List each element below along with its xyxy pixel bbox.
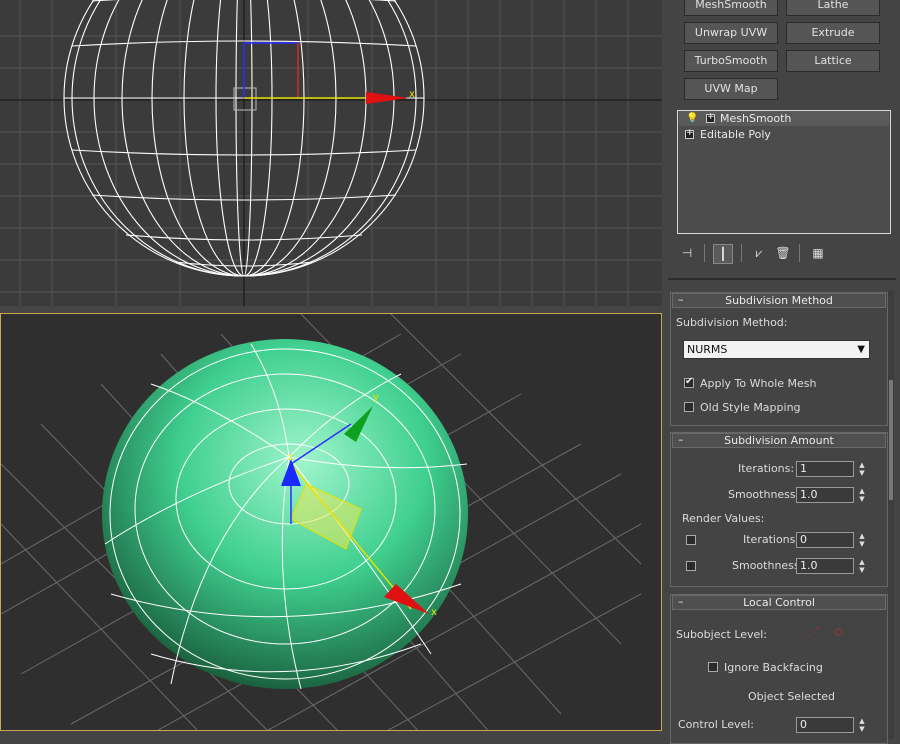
render-iterations-spinner-arrows-icon[interactable]: ▲ ▼ (857, 532, 867, 548)
unwrap-uvw-button[interactable]: Unwrap UVW (684, 22, 778, 44)
render-smoothness-checkbox[interactable] (686, 561, 696, 571)
stack-item-label: MeshSmooth (720, 112, 792, 125)
pin-stack-icon[interactable]: ⊣ (678, 244, 696, 262)
show-end-result-icon[interactable]: ┃ (713, 244, 733, 264)
stack-item-editable-poly[interactable]: Editable Poly (679, 126, 889, 142)
configure-modifier-sets-icon[interactable]: ▦ (809, 244, 827, 262)
iterations-spinner[interactable]: 1 (796, 461, 854, 477)
ignore-backfacing-label: Ignore Backfacing (724, 661, 823, 674)
top-viewport-wireframe: x (0, 0, 662, 306)
smoothness-spinner[interactable]: 1.0 (796, 487, 854, 503)
apply-whole-mesh-label: Apply To Whole Mesh (700, 377, 817, 390)
remove-modifier-icon[interactable]: 🗑 (774, 244, 792, 262)
sphere-mesh[interactable] (102, 339, 468, 689)
select-value: NURMS (687, 343, 728, 356)
lattice-button[interactable]: Lattice (786, 50, 880, 72)
subdivision-method-header[interactable]: – Subdivision Method (672, 293, 886, 308)
extrude-button[interactable]: Extrude (786, 22, 880, 44)
smoothness-label: Smoothness: (728, 488, 800, 501)
modifier-stack[interactable]: 💡 MeshSmooth Editable Poly (677, 110, 891, 234)
uvw-map-button[interactable]: UVW Map (684, 78, 778, 100)
top-viewport[interactable]: x (0, 0, 662, 306)
x-axis-arrow-icon[interactable] (366, 92, 408, 104)
rollout-title: Subdivision Method (725, 294, 833, 307)
meshsmooth-button[interactable]: MeshSmooth (684, 0, 778, 16)
apply-whole-mesh-checkbox[interactable] (684, 376, 694, 388)
smoothness-spinner-arrows-icon[interactable]: ▲ ▼ (857, 487, 867, 503)
render-smoothness-spinner-arrows-icon[interactable]: ▲ ▼ (857, 558, 867, 574)
perspective-viewport-scene: x y z (1, 314, 642, 730)
stack-item-meshsmooth[interactable]: 💡 MeshSmooth (679, 110, 889, 126)
rollout-title: Local Control (743, 596, 815, 609)
expand-icon[interactable] (706, 110, 715, 125)
local-control-header[interactable]: – Local Control (672, 595, 886, 610)
make-unique-icon[interactable]: ⩗ (750, 244, 768, 262)
render-smoothness-spinner[interactable]: 1.0 (796, 558, 854, 574)
render-iterations-checkbox[interactable] (686, 535, 696, 545)
render-smoothness-label: Smoothness: (732, 559, 804, 572)
rollout-title: Subdivision Amount (724, 434, 834, 447)
iterations-spinner-arrows-icon[interactable]: ▲ ▼ (857, 461, 867, 477)
stack-item-label: Editable Poly (700, 128, 771, 141)
selection-status: Object Selected (748, 690, 836, 703)
top-gizmo-x-label: x (409, 89, 415, 100)
vertex-level-icon[interactable]: ⋰ (808, 625, 819, 638)
turbosmooth-button[interactable]: TurboSmooth (684, 50, 778, 72)
render-iterations-spinner[interactable]: 0 (796, 532, 854, 548)
control-level-label: Control Level: (678, 718, 755, 731)
command-panel-scrollbar[interactable] (888, 290, 894, 739)
lightbulb-icon[interactable]: 💡 (686, 111, 698, 126)
edge-level-icon[interactable]: ◇ (834, 625, 842, 638)
command-panel: MeshSmooth Lathe Unwrap UVW Extrude Turb… (668, 0, 900, 744)
subdivision-amount-header[interactable]: – Subdivision Amount (672, 433, 886, 448)
chevron-down-icon: ▼ (857, 344, 865, 355)
expand-icon[interactable] (685, 126, 694, 141)
subobject-level-label: Subobject Level: (676, 628, 768, 641)
iterations-label: Iterations: (738, 462, 795, 475)
render-iterations-label: Iterations: (743, 533, 800, 546)
gizmo-x-label: x (431, 607, 437, 618)
control-level-spinner-arrows-icon[interactable]: ▲ ▼ (857, 717, 867, 733)
old-style-mapping-checkbox[interactable] (684, 402, 694, 412)
subdivision-method-select[interactable]: NURMS ▼ (683, 340, 870, 359)
gizmo-z-label: z (288, 452, 293, 463)
old-style-mapping-label: Old Style Mapping (700, 401, 801, 414)
render-values-label: Render Values: (682, 512, 765, 525)
ignore-backfacing-checkbox[interactable] (708, 662, 718, 672)
gizmo-y-label: y (373, 392, 379, 403)
control-level-spinner[interactable]: 0 (796, 717, 854, 733)
lathe-button[interactable]: Lathe (786, 0, 880, 16)
perspective-viewport[interactable]: x y z (0, 313, 662, 731)
subdivision-method-label: Subdivision Method: (676, 316, 788, 329)
scrollbar-thumb[interactable] (889, 380, 893, 500)
